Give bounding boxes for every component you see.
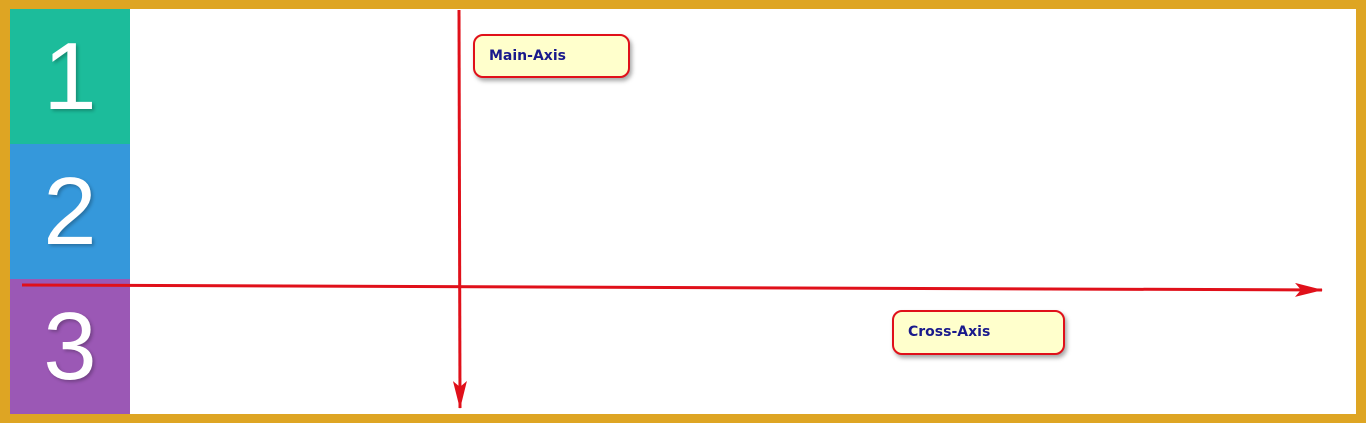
cross-axis-arrow	[21, 282, 1323, 297]
main-axis-arrow	[452, 9, 467, 409]
main-axis-callout: Main-Axis	[473, 34, 630, 78]
axes-diagram	[21, 9, 1323, 409]
cross-axis-callout: Cross-Axis	[892, 310, 1065, 355]
